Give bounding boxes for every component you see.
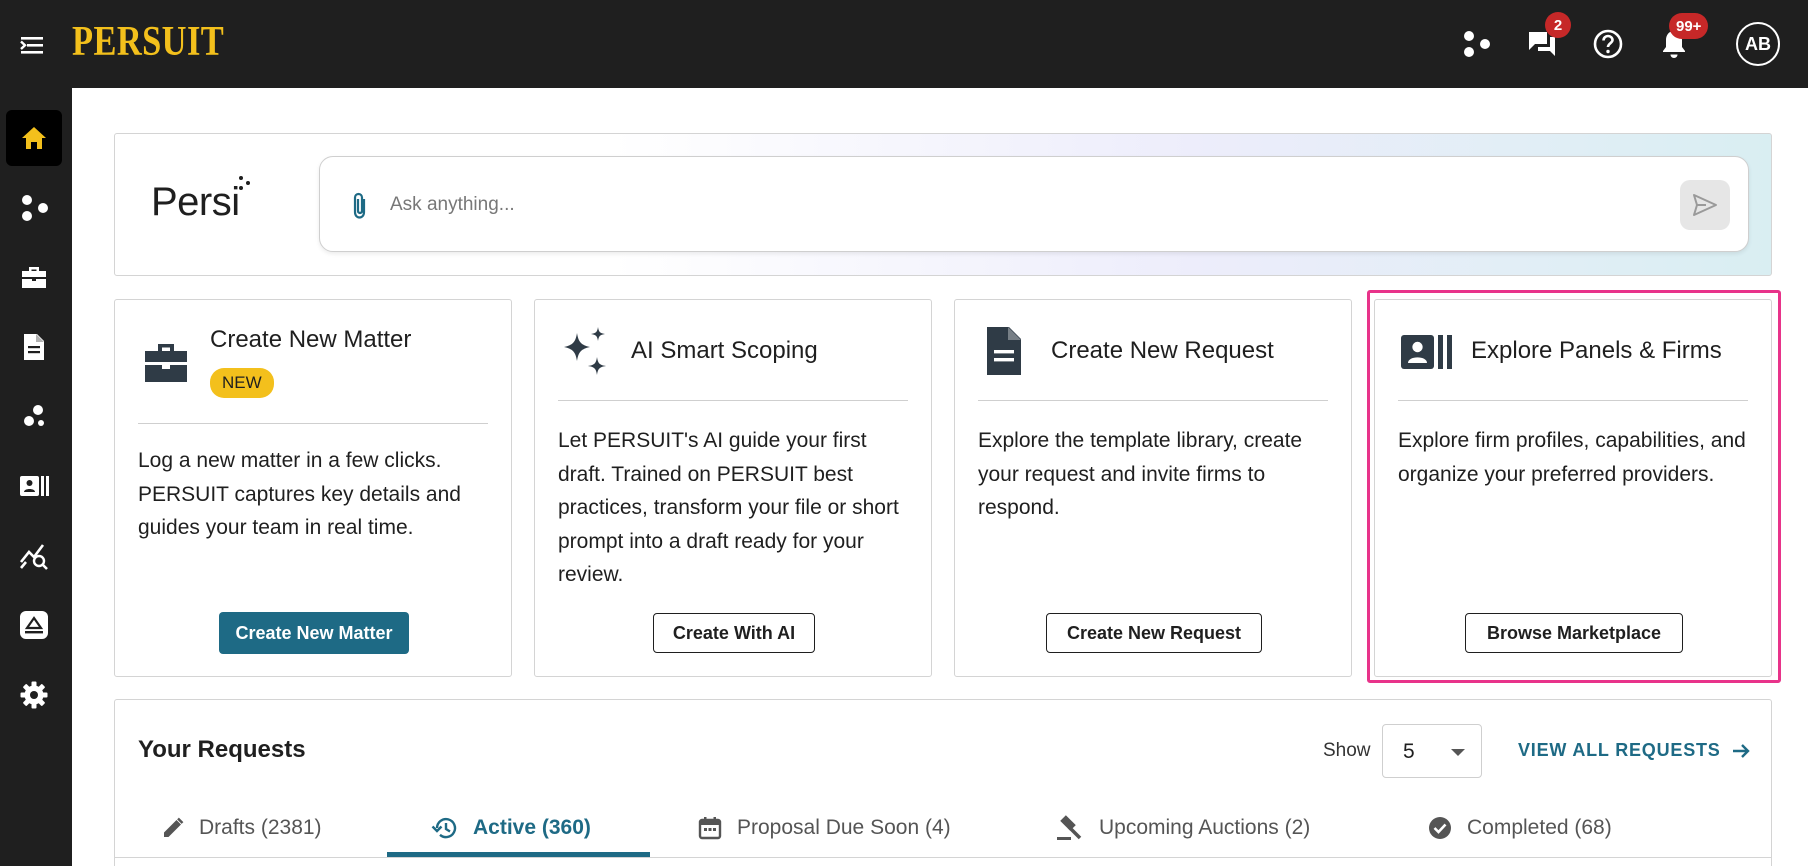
briefcase-icon — [22, 267, 46, 288]
chart-search-icon — [19, 544, 48, 570]
sidebar-item-firms[interactable] — [6, 458, 62, 514]
card-divider — [138, 423, 488, 424]
sidebar-item-settings[interactable] — [6, 667, 62, 723]
calendar-icon — [698, 817, 722, 840]
sidebar-item-requests[interactable] — [6, 319, 62, 375]
check-circle-icon — [1429, 817, 1451, 839]
tabs-divider — [115, 857, 1771, 858]
sidebar-item-panels[interactable] — [6, 180, 62, 236]
tab-completed[interactable]: Completed (68) — [1427, 800, 1612, 856]
gavel-icon — [1057, 815, 1082, 840]
persi-sparkle-icon — [239, 176, 250, 190]
caret-down-icon — [1451, 749, 1465, 756]
browse-marketplace-button[interactable]: Browse Marketplace — [1465, 613, 1683, 653]
show-count-select[interactable]: 5 — [1382, 724, 1482, 778]
create-new-request-button[interactable]: Create New Request — [1046, 613, 1262, 653]
sidebar-item-home[interactable] — [6, 110, 62, 166]
card-explore-panels-firms: Explore Panels & Firms Explore firm prof… — [1374, 299, 1772, 677]
gear-icon — [20, 681, 48, 709]
create-with-ai-button[interactable]: Create With AI — [653, 613, 815, 653]
tab-label: Completed (68) — [1467, 816, 1612, 839]
card-divider — [558, 400, 908, 401]
persi-panel: Persi — [114, 133, 1772, 276]
card-title: Create New Request — [1051, 337, 1274, 364]
persuit-logo[interactable]: PERSUIT — [72, 18, 224, 66]
card-title: Explore Panels & Firms — [1471, 337, 1722, 364]
home-icon — [22, 127, 46, 149]
tab-drafts[interactable]: Drafts (2381) — [161, 800, 322, 856]
card-description: Let PERSUIT's AI guide your first draft.… — [558, 429, 899, 586]
new-badge: NEW — [210, 368, 274, 398]
document-icon — [987, 327, 1021, 375]
history-icon — [431, 817, 457, 839]
tab-label: Drafts (2381) — [199, 816, 322, 839]
marketplace-icon — [20, 611, 48, 639]
card-divider — [978, 400, 1328, 401]
card-divider — [1398, 400, 1748, 401]
tab-upcoming-auctions[interactable]: Upcoming Auctions (2) — [1055, 800, 1310, 856]
persi-logo: Persi — [151, 180, 240, 224]
show-count-value: 5 — [1403, 740, 1415, 763]
view-all-requests-link[interactable]: VIEW ALL REQUESTS — [1518, 740, 1751, 761]
your-requests-panel: Your Requests Show 5 VIEW ALL REQUESTS D… — [114, 699, 1772, 866]
send-button[interactable] — [1680, 180, 1730, 230]
sidebar — [0, 88, 72, 866]
sidebar-item-insights[interactable] — [6, 528, 62, 584]
pencil-icon — [164, 817, 184, 837]
panels-icon[interactable] — [1457, 24, 1497, 64]
tab-proposal-due-soon[interactable]: Proposal Due Soon (4) — [697, 800, 951, 856]
messages-badge: 2 — [1545, 12, 1571, 38]
tab-label: Upcoming Auctions (2) — [1099, 816, 1311, 839]
briefcase-icon — [145, 344, 187, 382]
card-create-new-request: Create New Request Explore the template … — [954, 299, 1352, 677]
help-icon[interactable] — [1588, 24, 1628, 64]
notifications-badge: 99+ — [1669, 13, 1709, 39]
bubbles-icon — [24, 405, 44, 426]
card-title: Create New Matter — [210, 326, 412, 353]
card-create-new-matter: Create New Matter NEW Log a new matter i… — [114, 299, 512, 677]
show-label: Show — [1323, 740, 1371, 761]
paperclip-icon[interactable] — [350, 191, 370, 226]
tab-label: Active (360) — [473, 816, 591, 839]
card-title: AI Smart Scoping — [631, 337, 818, 364]
document-icon — [24, 334, 44, 360]
create-new-matter-button[interactable]: Create New Matter — [219, 612, 409, 654]
sidebar-item-marketplace[interactable] — [6, 597, 62, 653]
requests-title: Your Requests — [138, 736, 306, 763]
panels-icon — [22, 195, 48, 221]
card-description: Explore the template library, create you… — [978, 429, 1303, 519]
sidebar-item-analytics[interactable] — [6, 388, 62, 444]
card-ai-smart-scoping: AI Smart Scoping Let PERSUIT's AI guide … — [534, 299, 932, 677]
arrow-right-icon — [1732, 743, 1750, 758]
sparkles-icon — [564, 327, 606, 375]
top-bar: PERSUIT 2 99+ AB — [0, 0, 1808, 88]
tab-label: Proposal Due Soon (4) — [737, 816, 951, 839]
user-avatar[interactable]: AB — [1736, 22, 1780, 66]
view-all-label: VIEW ALL REQUESTS — [1518, 740, 1721, 760]
ask-box — [319, 156, 1749, 252]
menu-toggle-icon[interactable] — [16, 28, 50, 62]
contact-card-icon — [20, 476, 49, 496]
tab-active[interactable]: Active (360) — [431, 800, 591, 856]
ask-input[interactable] — [390, 185, 1630, 225]
contact-card-icon — [1401, 335, 1452, 369]
send-icon — [1693, 194, 1717, 216]
card-description: Explore firm profiles, capabilities, and… — [1398, 429, 1746, 486]
sidebar-item-matters[interactable] — [6, 249, 62, 305]
card-description: Log a new matter in a few clicks. PERSUI… — [138, 449, 461, 539]
